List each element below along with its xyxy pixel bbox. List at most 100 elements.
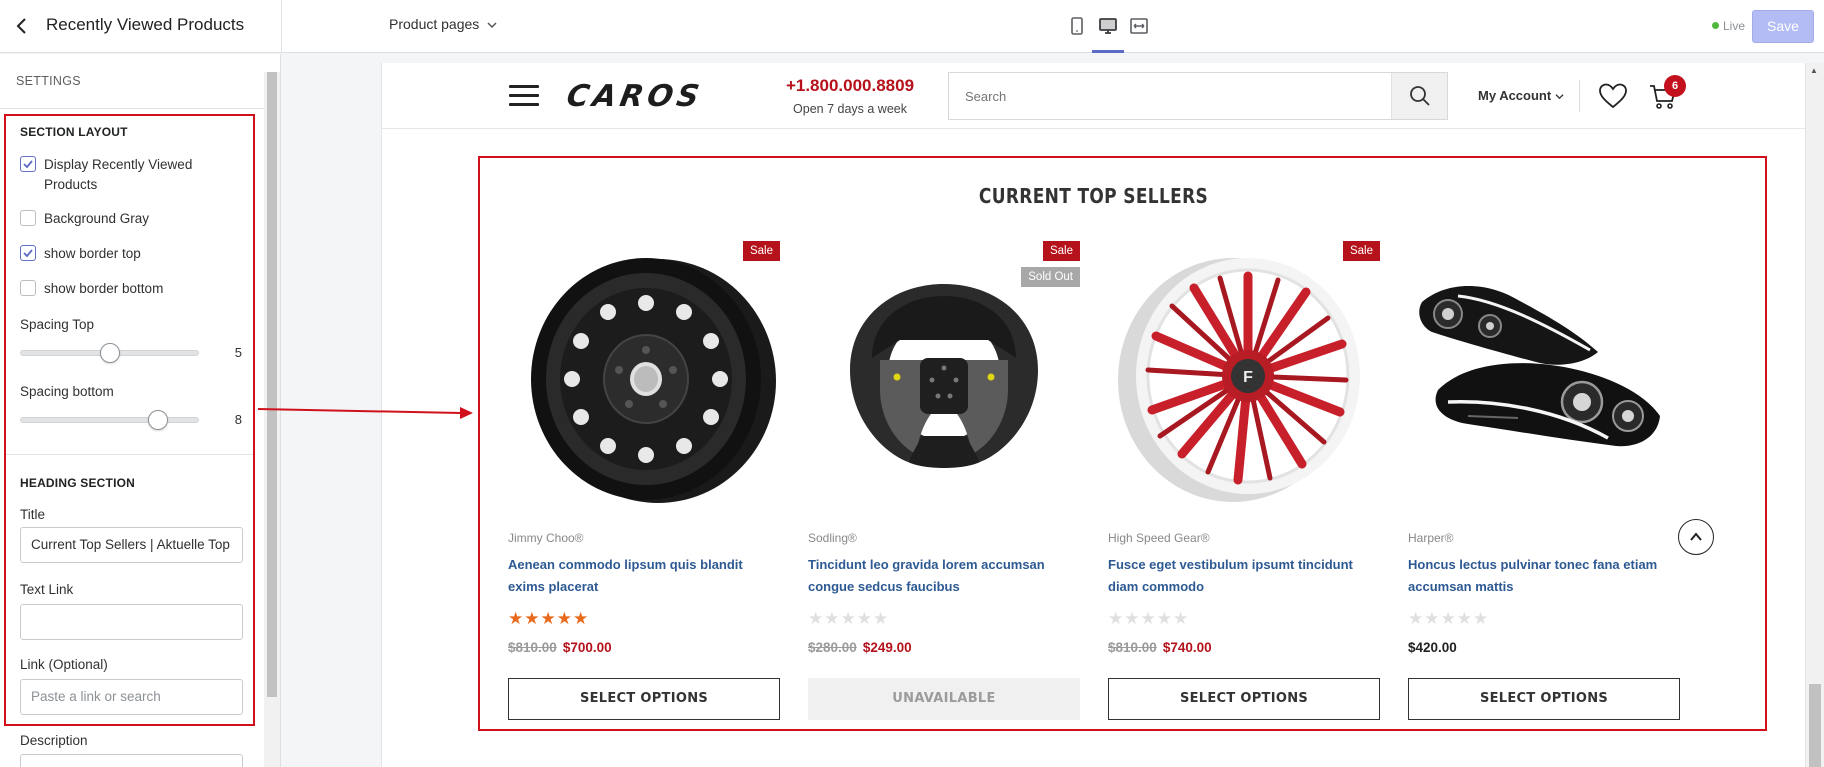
product-image-red-rim[interactable]: F [1108,240,1380,512]
product-brand[interactable]: Jimmy Choo® [508,531,584,545]
product-brand[interactable]: Harper® [1408,531,1454,545]
scroll-up-arrow-icon[interactable]: ▲ [1810,66,1818,75]
title-field-label: Title [20,507,46,522]
product-rating: ★★★★★ [1408,610,1489,628]
spacing-top-slider-handle[interactable] [100,343,120,363]
section-layout-title: SECTION LAYOUT [20,125,128,139]
select-options-button[interactable]: SELECT OPTIONS [508,678,780,720]
checkbox-label-line1: Display Recently Viewed [44,157,193,172]
product-image-steel-wheel[interactable] [508,240,780,512]
star-icon: ★ [524,609,541,628]
scroll-to-top-button[interactable] [1678,519,1714,555]
live-dot-icon [1712,22,1719,29]
star-icon: ★ [1140,609,1157,628]
chevron-down-icon [487,22,497,29]
checkbox-show-border-bottom[interactable]: show border bottom [20,279,163,299]
star-icon: ★ [1408,609,1425,628]
checkbox-label-line2: Products [44,177,98,192]
product-brand[interactable]: Sodling® [808,531,857,545]
sale-badge: Sale [742,241,780,261]
star-icon: ★ [1424,609,1441,628]
spacing-bottom-slider-handle[interactable] [148,410,168,430]
sale-badge: Sale [1342,241,1380,261]
editor-topbar: Recently Viewed Products Product pages L… [0,0,1824,53]
checkmark-icon [23,249,33,258]
product-price: $280.00 $249.00 [808,640,912,655]
wishlist-heart-icon[interactable] [1597,80,1629,112]
heading-section-title: HEADING SECTION [20,476,136,490]
link-input[interactable]: Paste a link or search [20,679,243,715]
chevron-left-icon [16,18,26,34]
page-type-label: Product pages [389,16,480,32]
product-title-link[interactable]: Fusce eget vestibulum ipsumt tincidunt d… [1108,554,1380,598]
header-divider [1579,80,1580,112]
star-icon: ★ [573,609,590,628]
store-search-input[interactable] [965,73,1345,119]
product-image-headlights[interactable] [1408,240,1680,512]
mobile-icon [1071,17,1083,35]
preview-scrollbar-thumb[interactable] [1809,684,1821,767]
select-options-button[interactable]: SELECT OPTIONS [1408,678,1680,720]
product-rating: ★★★★★ [808,610,889,628]
checkbox-checked[interactable] [20,245,36,261]
page-type-selector[interactable]: Product pages [389,16,497,32]
description-label: Description [20,733,88,748]
back-button[interactable] [12,14,32,38]
store-phone[interactable]: +1.800.000.8809 [778,76,922,96]
star-icon: ★ [508,609,525,628]
star-icon: ★ [808,609,825,628]
divider [0,108,264,109]
sale-badge: Sale [1042,241,1080,261]
section-heading: CURRENT TOP SELLERS [978,184,1209,208]
checkbox-background-gray[interactable]: Background Gray [20,209,149,229]
fullwidth-view-button[interactable] [1128,15,1150,37]
chevron-down-icon [1555,94,1564,100]
star-icon: ★ [1473,609,1490,628]
search-icon [1410,86,1430,106]
search-button[interactable] [1391,73,1447,119]
checkbox-show-border-top[interactable]: show border top [20,244,141,264]
product-title-link[interactable]: Aenean commodo lipsum quis blandit exims… [508,554,780,598]
text-link-input[interactable] [20,604,243,640]
sale-price: $249.00 [862,640,912,655]
checkbox-checked[interactable] [20,156,36,172]
compare-price: $280.00 [808,640,857,655]
star-icon: ★ [1456,609,1473,628]
description-input[interactable] [20,754,243,767]
sidebar-scrollbar-thumb[interactable] [267,72,277,697]
star-icon: ★ [1156,609,1173,628]
checkbox-label: Background Gray [44,211,150,226]
active-device-indicator [1092,50,1124,53]
checkbox-display-recently-viewed[interactable]: Display Recently Viewed Products [20,155,192,195]
compare-price: $810.00 [1108,640,1157,655]
save-button[interactable]: Save [1752,10,1814,43]
checkmark-icon [23,160,33,169]
product-card: F Sale High Speed Gear® Fusce eget vesti… [1108,236,1380,726]
svg-text:F: F [1243,369,1253,386]
desktop-view-button[interactable] [1097,15,1119,37]
title-input[interactable]: Current Top Sellers | Aktuelle Top [20,527,243,563]
select-options-button[interactable]: SELECT OPTIONS [1108,678,1380,720]
checkbox-unchecked[interactable] [20,210,36,226]
sale-price: $700.00 [562,640,612,655]
live-status-label: Live [1723,19,1746,33]
spacing-top-label: Spacing Top [20,317,95,332]
mobile-view-button[interactable] [1066,15,1088,37]
product-title-link[interactable]: Honcus lectus pulvinar tonec fana etiam … [1408,554,1680,598]
sold-out-badge: Sold Out [1021,267,1080,287]
star-icon: ★ [840,609,857,628]
spacing-bottom-label: Spacing bottom [20,384,114,399]
spacing-bottom-slider[interactable] [20,417,199,423]
preview-scrollbar[interactable] [1806,63,1824,767]
text-link-label: Text Link [20,582,74,597]
checkbox-unchecked[interactable] [20,280,36,296]
spacing-bottom-value: 8 [234,412,242,427]
fullwidth-icon [1130,18,1148,34]
product-brand[interactable]: High Speed Gear® [1108,531,1210,545]
store-hours: Open 7 days a week [793,102,907,116]
my-account-menu[interactable]: My Account [1478,88,1564,103]
store-logo[interactable]: CAROS [564,79,706,114]
hamburger-menu-icon[interactable] [509,85,539,107]
live-status: Live [1712,19,1745,33]
product-title-link[interactable]: Tincidunt leo gravida lorem accumsan con… [808,554,1080,598]
